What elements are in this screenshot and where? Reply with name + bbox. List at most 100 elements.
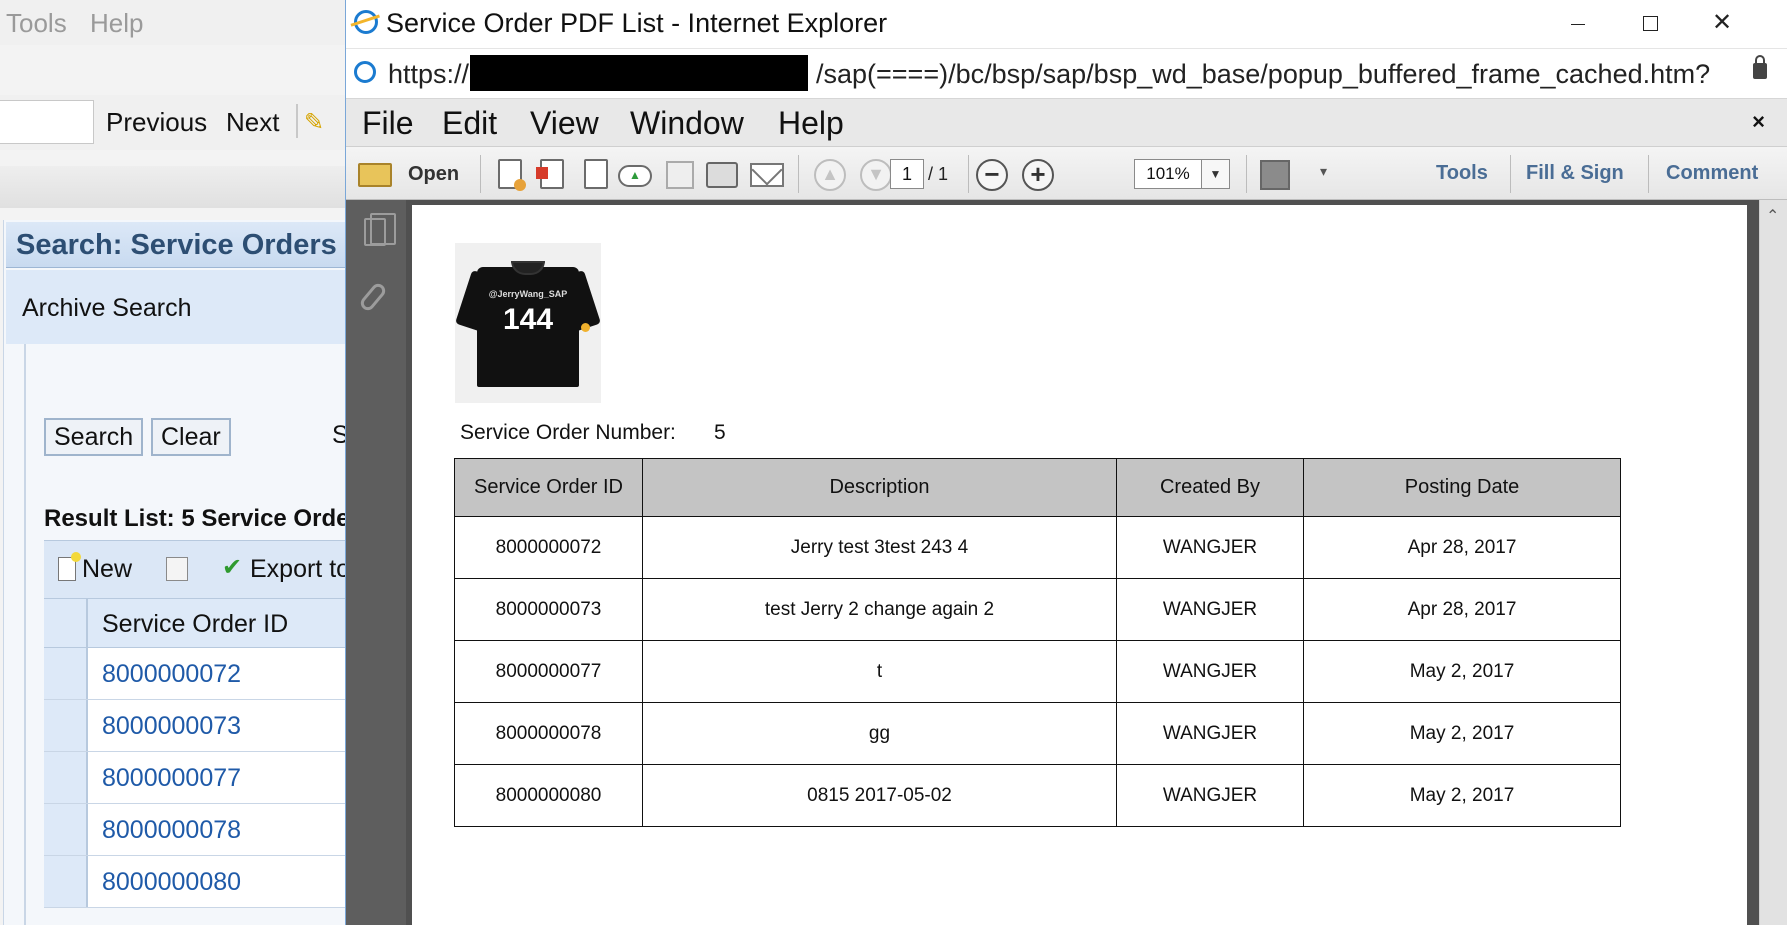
- service-order-table: Service Order ID Description Created By …: [454, 458, 1621, 827]
- menu-view[interactable]: View: [530, 105, 599, 142]
- table-row: 8000000077 t WANGJER May 2, 2017: [454, 640, 1621, 703]
- new-button[interactable]: New: [58, 552, 132, 584]
- search-button[interactable]: Search: [44, 418, 144, 456]
- row-selector[interactable]: [44, 700, 88, 751]
- upload-cloud-icon[interactable]: [618, 165, 652, 187]
- page-title: Search: Service Orders: [16, 229, 337, 261]
- cell-posting-date: Apr 28, 2017: [1303, 516, 1621, 579]
- zoom-level-field[interactable]: 101%: [1134, 159, 1202, 189]
- maximize-button[interactable]: [1614, 4, 1686, 44]
- cell-posting-date: May 2, 2017: [1303, 702, 1621, 765]
- cell-description: 0815 2017-05-02: [642, 764, 1117, 827]
- cell-description: test Jerry 2 change again 2: [642, 578, 1117, 641]
- scroll-up-icon[interactable]: ⌃: [1766, 206, 1779, 226]
- copy-icon[interactable]: [166, 557, 188, 581]
- result-toolbar: New ✔ Export to: [44, 540, 354, 598]
- menu-help[interactable]: Help: [778, 105, 844, 142]
- row-selector[interactable]: [44, 804, 88, 855]
- page-thumbnails-icon[interactable]: [364, 213, 396, 246]
- next-button[interactable]: Next: [226, 107, 279, 138]
- print-icon[interactable]: [706, 162, 738, 188]
- attachments-paperclip-icon[interactable]: [357, 281, 389, 313]
- minimize-button[interactable]: [1542, 4, 1614, 44]
- address-bar[interactable]: https:// /sap(====)/bc/bsp/sap/bsp_wd_ba…: [346, 48, 1787, 98]
- select-all-cell[interactable]: [44, 599, 88, 647]
- previous-button[interactable]: Previous: [106, 107, 207, 138]
- fullscreen-icon[interactable]: [1260, 160, 1290, 190]
- close-reader-menu-icon[interactable]: ×: [1752, 109, 1765, 135]
- row-selector[interactable]: [44, 648, 88, 699]
- toolbar-divider: [296, 104, 298, 138]
- column-header-service-order-id[interactable]: Service Order ID: [102, 610, 288, 639]
- row-selector[interactable]: [44, 856, 88, 907]
- pencil-icon[interactable]: ✎: [304, 108, 324, 137]
- email-icon[interactable]: [750, 163, 784, 187]
- reader-menubar: File Edit View Window Help ×: [346, 98, 1787, 146]
- fill-and-sign-link[interactable]: Fill & Sign: [1526, 162, 1624, 185]
- internet-explorer-icon: [354, 10, 378, 34]
- table-header: Service Order ID: [44, 598, 354, 648]
- cell-created-by: WANGJER: [1116, 764, 1304, 827]
- window-titlebar[interactable]: Service Order PDF List - Internet Explor…: [346, 0, 1787, 48]
- close-window-button[interactable]: ✕: [1686, 4, 1758, 44]
- redacted-host: [470, 55, 808, 91]
- edit-pdf-icon[interactable]: [584, 159, 608, 189]
- archive-search-link[interactable]: Archive Search: [22, 294, 192, 323]
- lock-icon[interactable]: [1753, 55, 1767, 79]
- bg-menu-tools[interactable]: Tools: [6, 8, 67, 39]
- export-button[interactable]: Export to: [250, 555, 350, 584]
- open-folder-icon[interactable]: [358, 163, 392, 187]
- service-order-link[interactable]: 8000000073: [102, 712, 241, 741]
- tools-link[interactable]: Tools: [1436, 162, 1488, 185]
- table-row: 8000000073: [44, 700, 354, 752]
- cell-service-order-id: 8000000077: [454, 640, 643, 703]
- previous-page-icon[interactable]: ▲: [814, 159, 846, 191]
- panel-divider: [24, 344, 26, 925]
- service-order-link[interactable]: 8000000072: [102, 660, 241, 689]
- bg-menubar: Tools Help: [0, 0, 350, 45]
- open-button[interactable]: Open: [408, 163, 459, 186]
- shirt-badge: [581, 323, 590, 332]
- shirt-number: 144: [502, 303, 554, 336]
- cell-posting-date: May 2, 2017: [1303, 640, 1621, 703]
- header-service-order-id: Service Order ID: [454, 458, 643, 517]
- comment-link[interactable]: Comment: [1666, 162, 1758, 185]
- toolbar-separator: [968, 155, 969, 193]
- service-order-link[interactable]: 8000000077: [102, 764, 241, 793]
- table-header-row: Service Order ID Description Created By …: [454, 458, 1621, 517]
- search-panel-header: Search: Service Orders: [6, 222, 356, 268]
- cell-created-by: WANGJER: [1116, 578, 1304, 641]
- clear-button[interactable]: Clear: [151, 418, 231, 456]
- menu-edit[interactable]: Edit: [442, 105, 497, 142]
- save-icon[interactable]: [666, 161, 694, 189]
- table-row: 8000000072 Jerry test 3test 243 4 WANGJE…: [454, 516, 1621, 579]
- service-order-link[interactable]: 8000000080: [102, 868, 241, 897]
- vertical-scrollbar[interactable]: ⌃: [1759, 200, 1787, 925]
- header-created-by: Created By: [1116, 458, 1304, 517]
- menu-file[interactable]: File: [362, 105, 414, 142]
- zoom-out-icon[interactable]: −: [976, 159, 1008, 191]
- table-row: 8000000077: [44, 752, 354, 804]
- cell-service-order-id: 8000000073: [454, 578, 643, 641]
- table-row: 8000000072: [44, 648, 354, 700]
- archive-search-bar: Archive Search: [6, 270, 356, 344]
- create-pdf-icon[interactable]: [498, 159, 526, 191]
- bg-address-field[interactable]: [0, 100, 94, 144]
- header-description: Description: [642, 458, 1117, 517]
- zoom-in-icon[interactable]: +: [1022, 159, 1054, 191]
- pdf-page: @JerryWang_SAP 144 Service Order Number:…: [412, 205, 1747, 945]
- table-row: 8000000078 gg WANGJER May 2, 2017: [454, 702, 1621, 765]
- bg-menu-help[interactable]: Help: [90, 8, 143, 39]
- cell-posting-date: May 2, 2017: [1303, 764, 1621, 827]
- export-pdf-icon[interactable]: [536, 159, 564, 189]
- more-tools-icon[interactable]: ▾: [1320, 163, 1327, 180]
- service-order-link[interactable]: 8000000078: [102, 816, 241, 845]
- next-page-icon[interactable]: ▼: [860, 159, 892, 191]
- service-order-number-value: 5: [712, 421, 834, 463]
- zoom-dropdown-icon[interactable]: ▼: [1202, 159, 1230, 189]
- toolbar-separator: [1648, 155, 1649, 193]
- page-number-input[interactable]: 1: [890, 159, 924, 189]
- row-selector[interactable]: [44, 752, 88, 803]
- table-row: 8000000080 0815 2017-05-02 WANGJER May 2…: [454, 764, 1621, 827]
- menu-window[interactable]: Window: [630, 105, 744, 142]
